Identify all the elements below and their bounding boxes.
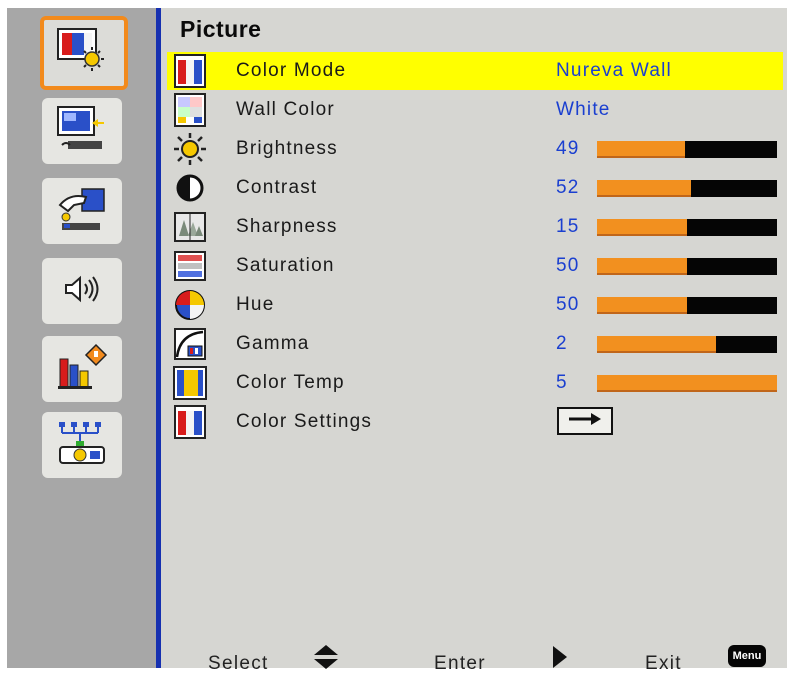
menu-row-color-mode[interactable]: Color Mode Nureva Wall	[167, 52, 783, 90]
gamma-slider[interactable]	[597, 336, 777, 353]
category-sidebar	[7, 8, 156, 668]
saturation-slider[interactable]	[597, 258, 777, 275]
color-mode-label: Color Mode	[236, 60, 347, 81]
picture-icon	[56, 27, 112, 80]
sharpness-slider[interactable]	[597, 219, 777, 236]
wall-color-icon	[173, 92, 207, 128]
gamma-label: Gamma	[236, 333, 310, 354]
menu-row-brightness[interactable]: Brightness 49	[167, 130, 783, 168]
sidebar-item-network[interactable]	[42, 412, 122, 478]
hue-label: Hue	[236, 294, 275, 315]
sharpness-value: 15	[556, 216, 580, 237]
footer-exit-label: Exit	[645, 653, 682, 674]
contrast-icon	[173, 170, 207, 206]
contrast-value: 52	[556, 177, 580, 198]
sidebar-item-settings[interactable]	[42, 178, 122, 244]
saturation-value: 50	[556, 255, 580, 276]
sidebar-item-picture[interactable]	[40, 16, 128, 90]
up-down-arrows-icon	[312, 644, 340, 675]
saturation-label: Saturation	[236, 255, 335, 276]
color-settings-label: Color Settings	[236, 411, 373, 432]
menu-row-contrast[interactable]: Contrast 52	[167, 169, 783, 207]
gamma-slider-fill	[597, 336, 716, 353]
sidebar-item-screen[interactable]	[42, 98, 122, 164]
sharpness-label: Sharpness	[236, 216, 338, 237]
color-temp-label: Color Temp	[236, 372, 345, 393]
brightness-slider-fill	[597, 141, 686, 158]
sharpness-icon	[173, 209, 207, 245]
sidebar-item-options[interactable]	[42, 336, 122, 402]
hue-icon	[173, 287, 207, 323]
menu-key-badge: Menu	[728, 645, 766, 667]
menu-row-gamma[interactable]: Gamma 2	[167, 325, 783, 363]
hand-setting-icon	[54, 185, 110, 238]
color-temp-icon	[173, 365, 207, 401]
brightness-icon	[173, 131, 207, 167]
wall-color-label: Wall Color	[236, 99, 335, 120]
color-mode-value: Nureva Wall	[556, 60, 672, 81]
brightness-value: 49	[556, 138, 580, 159]
osd-menu-window: Picture Color Mode Nureva Wall Wall Colo…	[7, 8, 787, 674]
footer-enter-label: Enter	[434, 653, 486, 674]
color-temp-value: 5	[556, 372, 568, 393]
hue-slider-fill	[597, 297, 687, 314]
contrast-label: Contrast	[236, 177, 318, 198]
wall-color-value: White	[556, 99, 611, 120]
sidebar-item-volume[interactable]	[42, 258, 122, 324]
hue-value: 50	[556, 294, 580, 315]
menu-row-sharpness[interactable]: Sharpness 15	[167, 208, 783, 246]
sharpness-slider-fill	[597, 219, 687, 236]
page-title: Picture	[180, 16, 262, 42]
footer-select-label: Select	[208, 653, 269, 674]
color-settings-enter-button[interactable]	[557, 407, 613, 435]
color-settings-icon	[173, 404, 207, 440]
saturation-slider-fill	[597, 258, 687, 275]
menu-row-color-temp[interactable]: Color Temp 5	[167, 364, 783, 402]
menu-row-hue[interactable]: Hue 50	[167, 286, 783, 324]
speaker-icon	[62, 274, 102, 309]
color-temp-slider-fill	[597, 375, 777, 392]
color-mode-icon	[173, 53, 207, 89]
saturation-icon	[173, 248, 207, 284]
contrast-slider-fill	[597, 180, 691, 197]
menu-row-saturation[interactable]: Saturation 50	[167, 247, 783, 285]
contrast-slider[interactable]	[597, 180, 777, 197]
network-icon	[54, 419, 110, 472]
gamma-icon	[173, 326, 207, 362]
options-icon	[54, 343, 110, 396]
menu-row-wall-color[interactable]: Wall Color White	[167, 91, 783, 129]
hue-slider[interactable]	[597, 297, 777, 314]
sidebar-divider	[156, 8, 161, 668]
brightness-label: Brightness	[236, 138, 338, 159]
arrow-right-icon	[565, 411, 605, 432]
gamma-value: 2	[556, 333, 568, 354]
menu-row-color-settings[interactable]: Color Settings	[167, 403, 783, 441]
brightness-slider[interactable]	[597, 141, 777, 158]
color-temp-slider[interactable]	[597, 375, 777, 392]
screen-icon	[54, 105, 110, 158]
